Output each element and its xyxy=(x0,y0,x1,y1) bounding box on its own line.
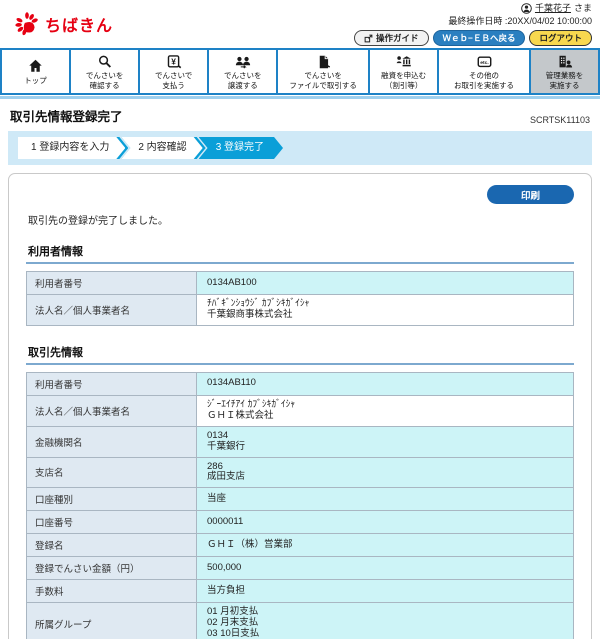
last-operation-time: 最終操作日時 :20XX/04/02 10:00:00 xyxy=(448,15,592,26)
user-name-link[interactable]: 千葉花子 xyxy=(535,2,571,15)
table-row: 法人名／個人事業者名 ｼﾞｰｴｲﾁｱｲ ｶﾌﾞｼｷｶﾞｲｼｬ ＧＨＩ株式会社 xyxy=(27,394,573,426)
etc-icon: etc. xyxy=(476,53,493,70)
row-label: 法人名／個人事業者名 xyxy=(27,395,197,426)
section-user-info: 利用者情報 利用者番号 0134AB100 法人名／個人事業者名 ﾁﾊﾞｷﾞﾝｼｮｳｼ… xyxy=(26,243,574,326)
row-value: ﾁﾊﾞｷﾞﾝｼｮｳｼﾞ ｶﾌﾞｼｷｶﾞｲｼｬ 千葉銀商事株式会社 xyxy=(197,295,573,325)
nav-item-densai-pay[interactable]: ¥ でんさいで 支払う xyxy=(140,50,208,93)
row-value: 当座 xyxy=(197,488,573,511)
step-item-1: 1 登録内容を入力 xyxy=(18,137,128,159)
counterparty-info-table: 利用者番号 0134AB110 法人名／個人事業者名 ｼﾞｰｴｲﾁｱｲ ｶﾌﾞｼｷｶﾞ… xyxy=(26,371,574,639)
chibagin-burst-icon xyxy=(14,11,40,37)
nav-item-label: トップ xyxy=(24,75,47,85)
table-row: 利用者番号 0134AB110 xyxy=(27,372,573,395)
row-label: 登録でんさい金額（円） xyxy=(27,557,197,580)
row-label: 所属グループ xyxy=(27,603,197,639)
main-nav: トップ でんさいを 確認する ¥ でんさいで 支払う でんさいを 譲渡する でんさいを ファイルで… xyxy=(0,48,600,95)
row-value: 0134AB100 xyxy=(197,272,573,294)
nav-item-admin-tasks[interactable]: 管理業務を 実施する xyxy=(530,50,599,93)
row-value: 500,000 xyxy=(197,557,573,580)
svg-text:¥: ¥ xyxy=(171,56,176,66)
row-label: 利用者番号 xyxy=(27,372,197,395)
webeb-back-button[interactable]: Ｗｅｂ−ＥＢへ戻る xyxy=(432,29,526,47)
row-label: 手数料 xyxy=(27,580,197,603)
user-suffix: さま xyxy=(573,2,592,13)
building-person-icon xyxy=(556,53,573,70)
row-label: 登録名 xyxy=(27,534,197,557)
table-row: 法人名／個人事業者名 ﾁﾊﾞｷﾞﾝｼｮｳｼﾞ ｶﾌﾞｼｷｶﾞｲｼｬ 千葉銀商事株式会… xyxy=(27,294,573,325)
search-icon xyxy=(97,53,113,70)
guide-button[interactable]: 操作ガイド xyxy=(354,29,429,47)
home-icon xyxy=(27,58,44,75)
row-value: 当方負担 xyxy=(197,580,573,603)
row-value: 0000011 xyxy=(197,511,573,534)
section-counterparty-info: 取引先情報 利用者番号 0134AB110 法人名／個人事業者名 ｼﾞｰｴｲﾁｱｲ ｶ… xyxy=(26,344,574,639)
nav-item-loan-apply[interactable]: 融資を申込む （割引等） xyxy=(370,50,438,93)
screen-code: SCRTSK11103 xyxy=(529,115,590,125)
row-label: 支店名 xyxy=(27,457,197,488)
table-row: 登録でんさい金額（円） 500,000 xyxy=(27,556,573,580)
title-row: 取引先情報登録完了 SCRTSK11103 xyxy=(0,99,600,129)
people-transfer-icon xyxy=(234,53,252,70)
step-item-3: 3 登録完了 xyxy=(199,137,283,159)
section-title: 利用者情報 xyxy=(26,243,574,264)
row-label: 口座番号 xyxy=(27,511,197,534)
row-label: 利用者番号 xyxy=(27,272,197,294)
user-info-table: 利用者番号 0134AB100 法人名／個人事業者名 ﾁﾊﾞｷﾞﾝｼｮｳｼﾞ ｶﾌﾞｼ… xyxy=(26,271,574,326)
row-value: 0134 千葉銀行 xyxy=(197,426,573,457)
nav-item-label: でんさいを ファイルで取引する xyxy=(289,71,357,90)
section-title: 取引先情報 xyxy=(26,344,574,365)
user-icon xyxy=(521,3,532,14)
nav-item-label: 管理業務を 実施する xyxy=(545,71,584,90)
row-value: 286 成田支店 xyxy=(197,457,573,488)
table-row: 口座種別 当座 xyxy=(27,487,573,511)
content-panel: 印刷 取引先の登録が完了しました。 利用者情報 利用者番号 0134AB100 法人… xyxy=(8,173,592,639)
header: ちばきん 千葉花子 さま 最終操作日時 :20XX/04/02 10:00:00 xyxy=(0,0,600,48)
table-row: 金融機関名 0134 千葉銀行 xyxy=(27,425,573,457)
nav-item-other-transactions[interactable]: etc. その他の お取引を実施する xyxy=(439,50,529,93)
row-label: 法人名／個人事業者名 xyxy=(27,295,197,325)
table-row: 登録名 ＧＨＩ（株）営業部 xyxy=(27,533,573,557)
nav-item-label: でんさいを 確認する xyxy=(85,71,124,90)
external-link-icon xyxy=(364,34,373,43)
nav-item-densai-transfer[interactable]: でんさいを 譲渡する xyxy=(209,50,277,93)
logout-button[interactable]: ログアウト xyxy=(529,29,592,47)
bank-icon xyxy=(395,53,413,70)
table-row: 口座番号 0000011 xyxy=(27,510,573,534)
table-row: 支店名 286 成田支店 xyxy=(27,456,573,488)
table-row: 利用者番号 0134AB100 xyxy=(27,272,573,294)
svg-text:etc.: etc. xyxy=(480,60,489,66)
step-indicator: 1 登録内容を入力 2 内容確認 3 登録完了 xyxy=(8,131,592,165)
nav-item-label: でんさいで 支払う xyxy=(155,71,193,90)
row-value: 0134AB110 xyxy=(197,372,573,395)
page-title: 取引先情報登録完了 xyxy=(10,110,123,124)
row-value: ＧＨＩ（株）営業部 xyxy=(197,534,573,557)
table-row: 所属グループ 01 月初支払 02 月末支払 03 10日支払 xyxy=(27,602,573,639)
nav-item-densai-file[interactable]: でんさいを ファイルで取引する xyxy=(278,50,369,93)
nav-item-densai-confirm[interactable]: でんさいを 確認する xyxy=(71,50,139,93)
user-info: 千葉花子 さま xyxy=(354,2,592,15)
print-button-top[interactable]: 印刷 xyxy=(487,185,574,204)
row-value: 01 月初支払 02 月末支払 03 10日支払 xyxy=(197,603,573,639)
completion-message: 取引先の登録が完了しました。 xyxy=(28,216,168,227)
step-item-2: 2 内容確認 xyxy=(121,137,205,159)
yen-icon: ¥ xyxy=(166,53,182,70)
nav-item-label: その他の お取引を実施する xyxy=(454,71,515,90)
row-label: 口座種別 xyxy=(27,488,197,511)
table-row: 手数料 当方負担 xyxy=(27,579,573,603)
file-icon xyxy=(316,53,331,70)
nav-item-label: でんさいを 譲渡する xyxy=(223,71,262,90)
chibagin-logo: ちばきん xyxy=(14,11,113,37)
logo-text: ちばきん xyxy=(45,18,114,35)
nav-item-top[interactable]: トップ xyxy=(2,50,70,93)
row-label: 金融機関名 xyxy=(27,426,197,457)
nav-item-label: 融資を申込む （割引等） xyxy=(381,71,427,90)
row-value: ｼﾞｰｴｲﾁｱｲ ｶﾌﾞｼｷｶﾞｲｼｬ ＧＨＩ株式会社 xyxy=(197,395,573,426)
